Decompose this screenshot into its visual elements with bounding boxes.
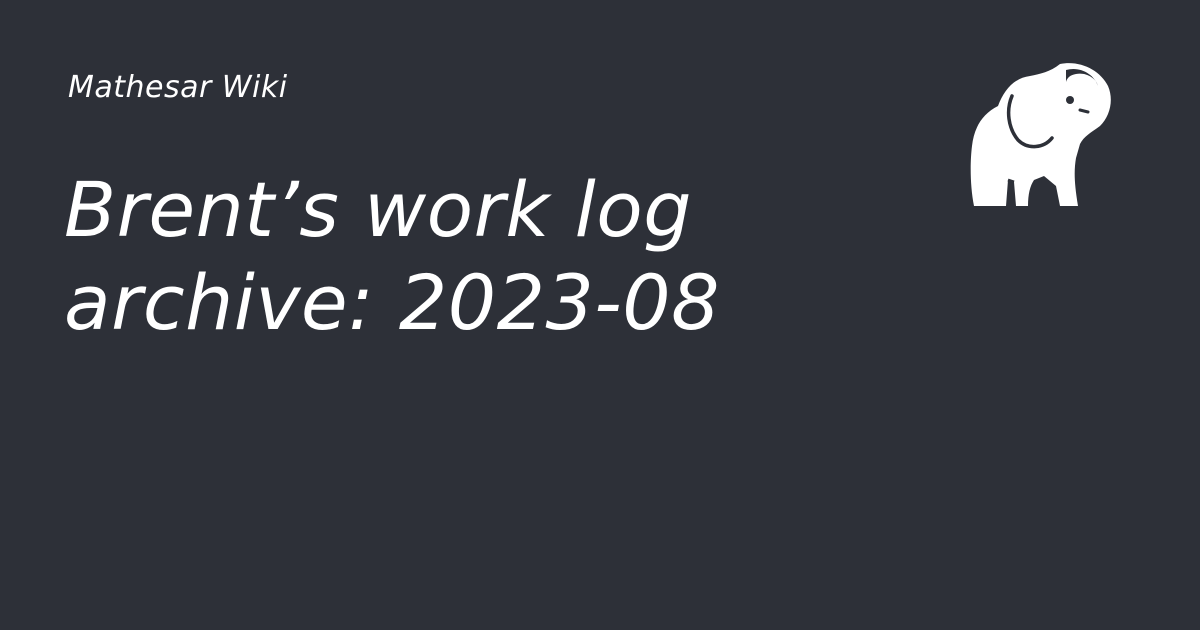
elephant-icon xyxy=(970,63,1111,206)
page-title: Brent’s work log archive: 2023-08 xyxy=(64,165,720,347)
site-name: Mathesar Wiki xyxy=(68,70,288,105)
